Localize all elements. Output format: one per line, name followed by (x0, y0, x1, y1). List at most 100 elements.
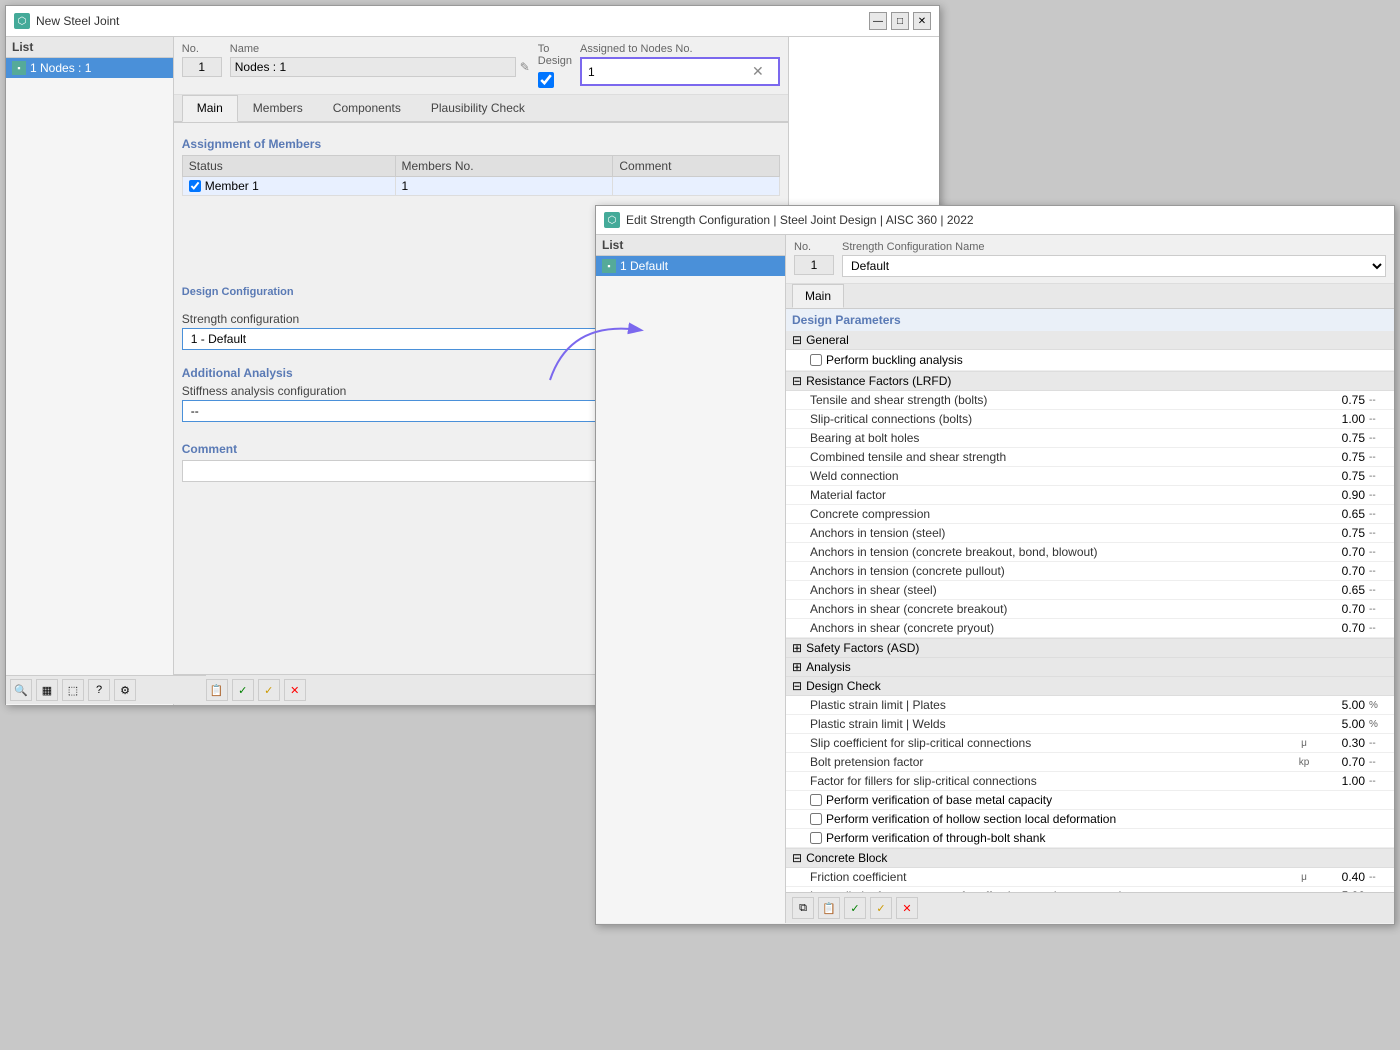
list-select-btn[interactable]: ⬚ (62, 679, 84, 701)
design-check-suffix: -- (1369, 772, 1394, 791)
cell-status: Member 1 (182, 177, 395, 196)
toolbar-delete-btn[interactable]: ✕ (284, 679, 306, 701)
tab-members[interactable]: Members (238, 95, 318, 121)
list-search-btn[interactable]: 🔍 (10, 679, 32, 701)
to-design-checkbox[interactable] (538, 72, 554, 88)
param-value: 0.65 (1319, 505, 1369, 524)
main-tabs-bar: Main Members Components Plausibility Che… (174, 95, 788, 123)
param-name: Anchors in tension (concrete breakout, b… (786, 543, 1289, 562)
strength-body: Design Parameters ⊟ General Perform buck… (786, 309, 1394, 892)
strength-app-icon: ⬡ (604, 212, 620, 228)
maximize-button[interactable]: □ (891, 12, 909, 30)
resistance-header[interactable]: ⊟ Resistance Factors (LRFD) (786, 371, 1394, 391)
member-status-checkbox[interactable] (189, 180, 201, 192)
name-label: Name (230, 43, 530, 55)
resistance-row: Anchors in tension (concrete pullout) 0.… (786, 562, 1394, 581)
param-unit (1289, 429, 1319, 448)
toolbar-check-yellow-btn[interactable]: ✓ (258, 679, 280, 701)
design-config-header: Design Configuration (182, 286, 294, 298)
resistance-row: Anchors in tension (concrete breakout, b… (786, 543, 1394, 562)
concrete-header[interactable]: ⊟ Concrete Block (786, 848, 1394, 868)
strength-list-label: 1 Default (620, 259, 668, 273)
design-check-name: Slip coefficient for slip-critical conne… (786, 734, 1289, 753)
param-suffix: -- (1369, 562, 1394, 581)
safety-header[interactable]: ⊞ Safety Factors (ASD) (786, 638, 1394, 658)
additional-header: Additional Analysis (182, 366, 293, 380)
resistance-row: Concrete compression 0.65 -- (786, 505, 1394, 524)
design-check-cell: Perform verification of base metal capac… (786, 791, 1394, 810)
cell-members-no: 1 (395, 177, 613, 196)
strength-delete-btn[interactable]: ✕ (896, 897, 918, 919)
resistance-row: Bearing at bolt holes 0.75 -- (786, 429, 1394, 448)
design-check-row: Perform verification of through-bolt sha… (786, 829, 1394, 848)
tab-plausibility[interactable]: Plausibility Check (416, 95, 540, 121)
minimize-button[interactable]: — (869, 12, 887, 30)
param-suffix: -- (1369, 391, 1394, 410)
table-row[interactable]: Member 1 1 (182, 177, 779, 196)
param-unit (1289, 524, 1319, 543)
strength-check-green-btn[interactable]: ✓ (844, 897, 866, 919)
resistance-label: Resistance Factors (LRFD) (806, 374, 951, 388)
toolbar-paste-btn[interactable]: 📋 (206, 679, 228, 701)
resistance-row: Slip-critical connections (bolts) 1.00 -… (786, 410, 1394, 429)
strength-no-label: No. (794, 241, 834, 253)
design-check-table: Plastic strain limit | Plates 5.00 %Plas… (786, 696, 1394, 848)
assigned-input[interactable] (588, 65, 748, 79)
design-check-label: Design Check (806, 679, 881, 693)
strength-tab-main[interactable]: Main (792, 284, 844, 308)
col-members-no: Members No. (395, 156, 613, 177)
design-check-checkbox[interactable] (810, 832, 822, 844)
buckling-checkbox[interactable] (810, 354, 822, 366)
col-comment: Comment (613, 156, 780, 177)
no-label: No. (182, 43, 222, 55)
buckling-label: Perform buckling analysis (826, 353, 963, 367)
design-check-label: Perform verification of through-bolt sha… (826, 831, 1045, 845)
strength-check-yellow-btn[interactable]: ✓ (870, 897, 892, 919)
strength-name-row: Default (842, 255, 1386, 277)
param-suffix: -- (1369, 486, 1394, 505)
close-button[interactable]: ✕ (913, 12, 931, 30)
no-value: 1 (182, 57, 222, 77)
param-value: 0.75 (1319, 448, 1369, 467)
param-value: 0.75 (1319, 391, 1369, 410)
general-label: General (806, 333, 849, 347)
member-label: Member 1 (205, 179, 259, 193)
strength-list-item-1[interactable]: ▪ 1 Default (596, 256, 785, 276)
design-check-checkbox[interactable] (810, 794, 822, 806)
assigned-edit-icon[interactable]: ✕ (752, 63, 764, 80)
name-input[interactable] (230, 57, 516, 77)
general-header[interactable]: ⊟ General (786, 331, 1394, 350)
list-bottom-toolbar: 🔍 ▦ ⬚ ? ⚙ (6, 675, 206, 704)
param-unit (1289, 391, 1319, 410)
design-check-header[interactable]: ⊟ Design Check (786, 677, 1394, 696)
assigned-label: Assigned to Nodes No. (580, 43, 780, 55)
list-question-btn[interactable]: ? (88, 679, 110, 701)
design-check-name: Plastic strain limit | Plates (786, 696, 1289, 715)
strength-copy-btn[interactable]: ⧉ (792, 897, 814, 919)
toolbar-check-green-btn[interactable]: ✓ (232, 679, 254, 701)
param-unit (1289, 543, 1319, 562)
param-suffix: -- (1369, 600, 1394, 619)
tab-main[interactable]: Main (182, 95, 238, 122)
list-item-1[interactable]: ▪ 1 Nodes : 1 (6, 58, 173, 78)
list-table-btn[interactable]: ▦ (36, 679, 58, 701)
param-unit (1289, 600, 1319, 619)
tab-components[interactable]: Components (318, 95, 416, 121)
edit-icon[interactable]: ✎ (520, 60, 530, 74)
param-suffix: -- (1369, 429, 1394, 448)
design-check-row: Factor for fillers for slip-critical con… (786, 772, 1394, 791)
analysis-header[interactable]: ⊞ Analysis (786, 658, 1394, 677)
list-settings-btn[interactable]: ⚙ (114, 679, 136, 701)
design-check-name: Factor for fillers for slip-critical con… (786, 772, 1289, 791)
resistance-row: Anchors in shear (concrete pryout) 0.70 … (786, 619, 1394, 638)
param-name: Slip-critical connections (bolts) (786, 410, 1289, 429)
design-check-checkbox[interactable] (810, 813, 822, 825)
safety-expand-icon: ⊞ (792, 641, 802, 655)
name-field-group: Name ✎ (230, 43, 530, 77)
strength-name-select[interactable]: Default (842, 255, 1386, 277)
param-unit (1289, 467, 1319, 486)
concrete-row: Friction coefficient μ 0.40 -- (786, 868, 1394, 887)
param-suffix: -- (1369, 619, 1394, 638)
strength-paste-btn[interactable]: 📋 (818, 897, 840, 919)
param-value: 1.00 (1319, 410, 1369, 429)
